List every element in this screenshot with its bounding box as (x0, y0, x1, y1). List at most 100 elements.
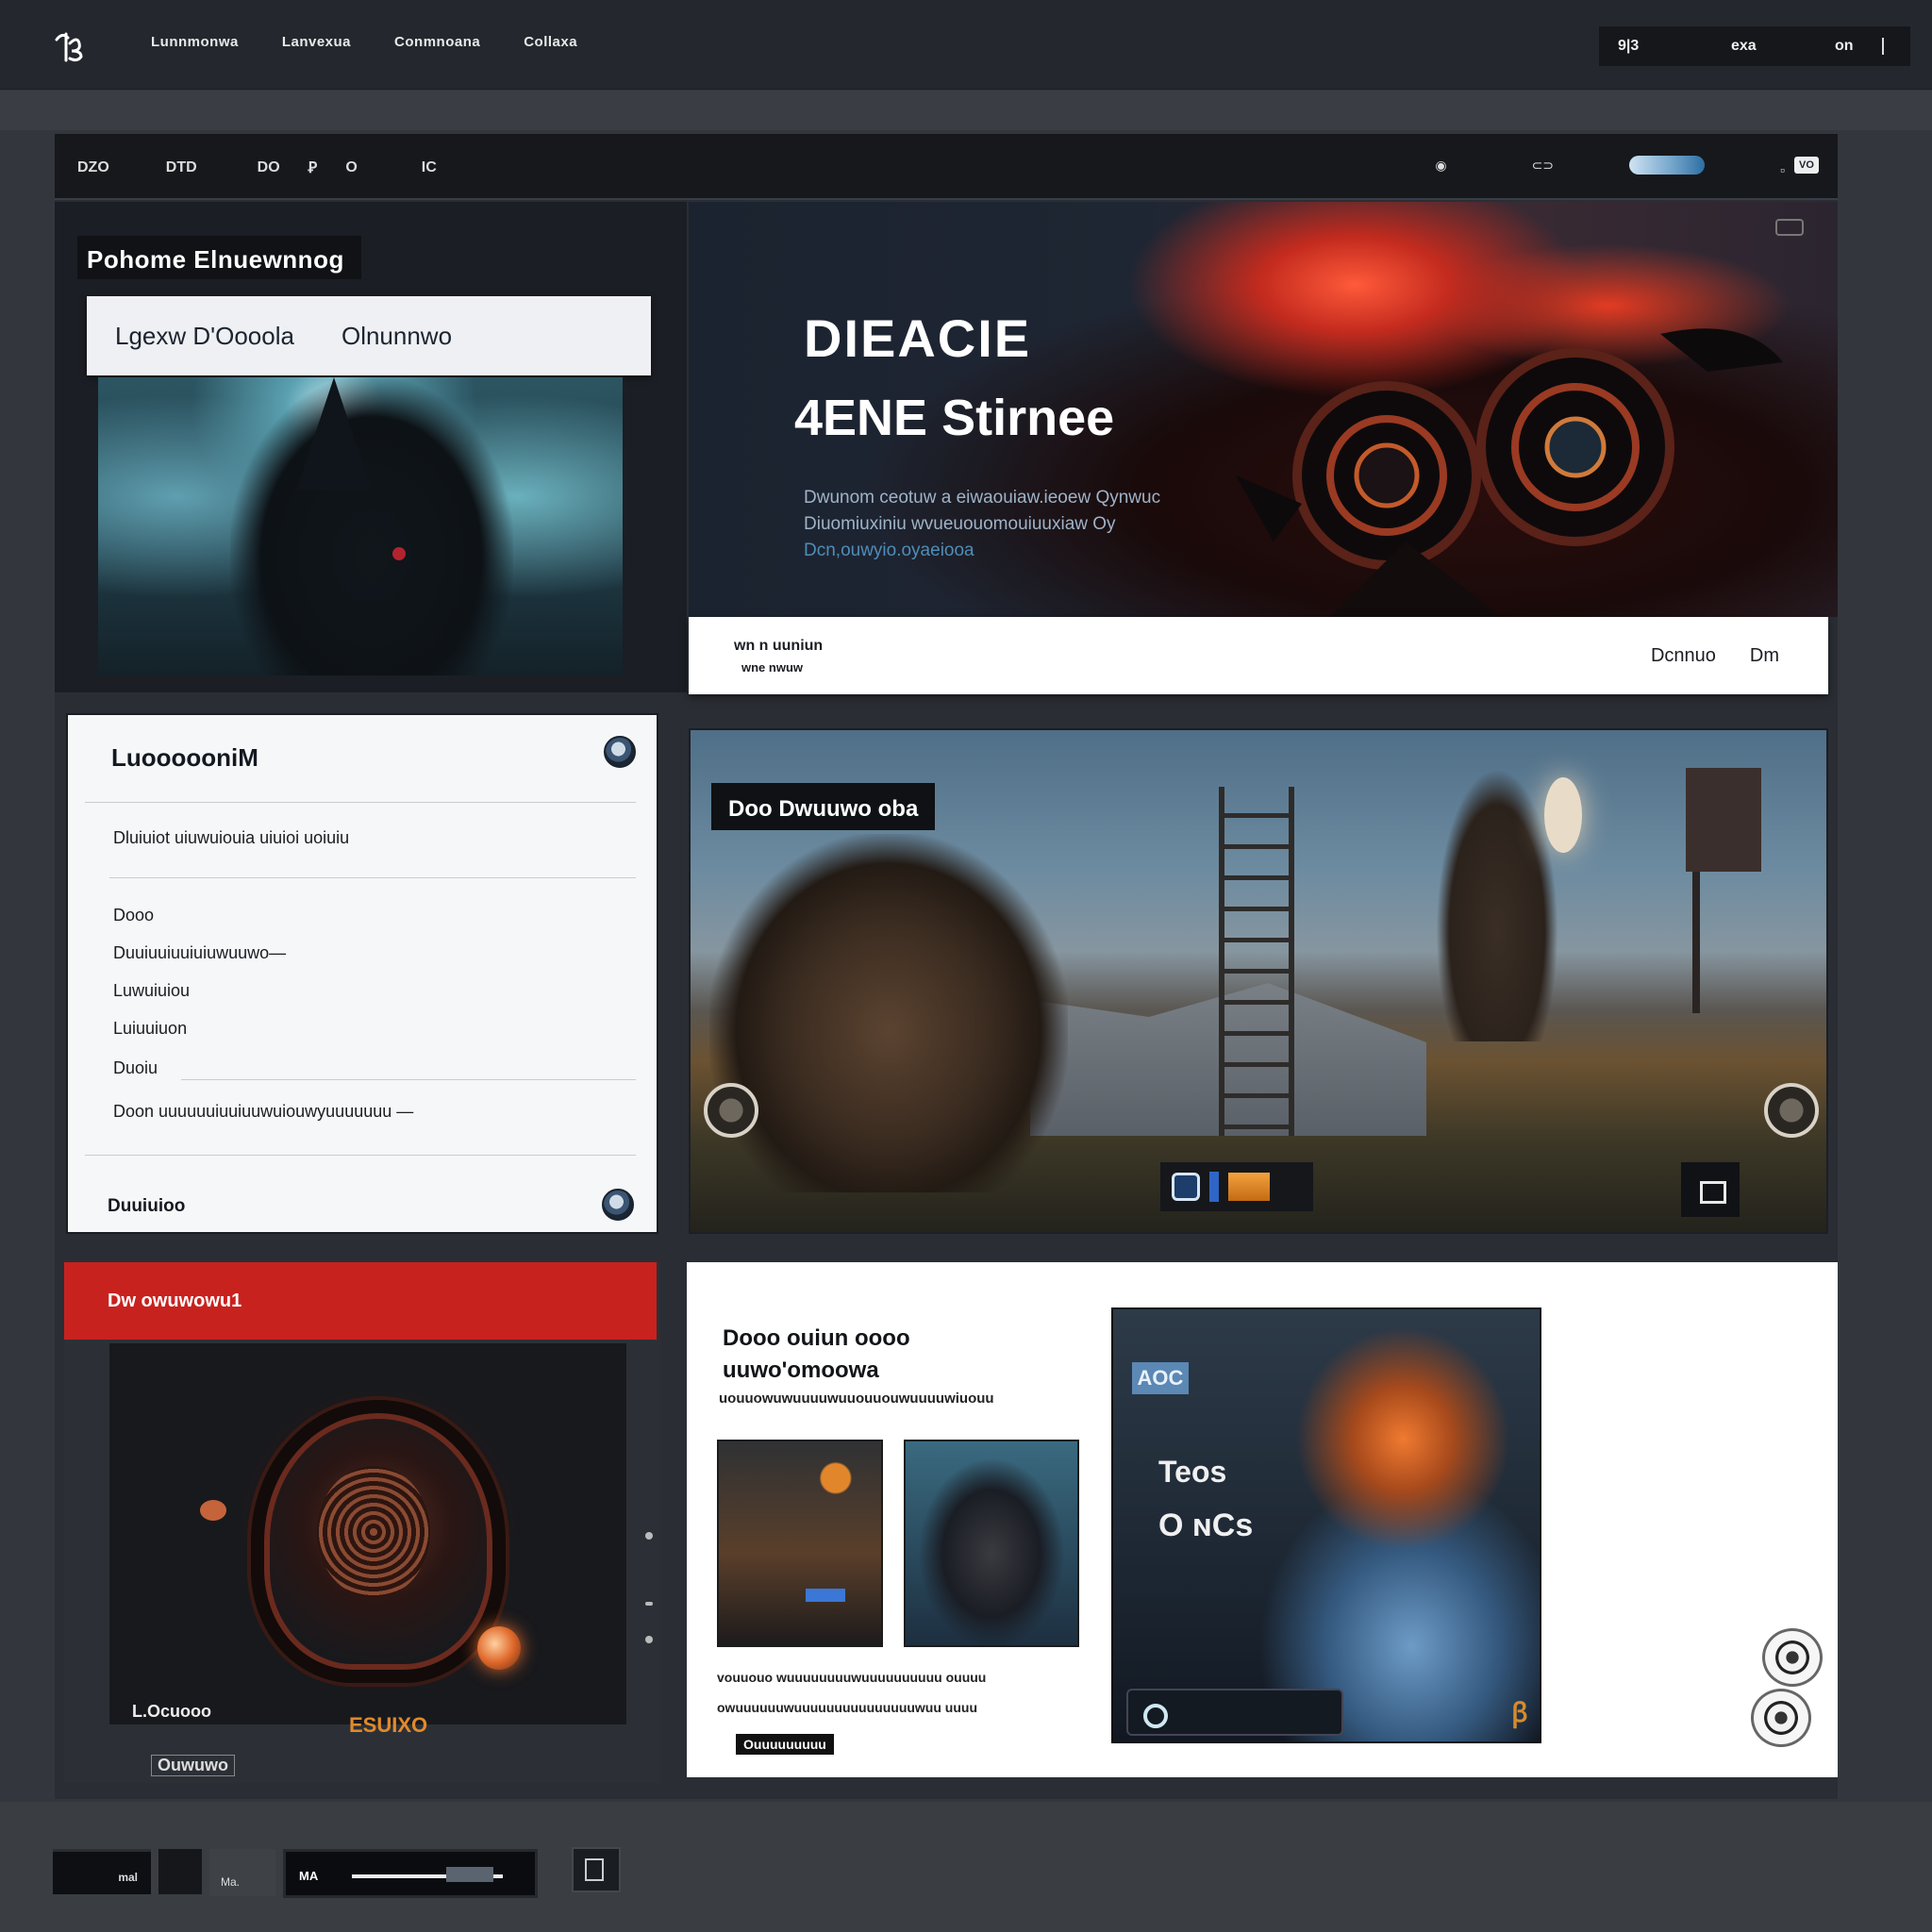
featured-card-title: Pohome Elnuewnnog (77, 236, 361, 279)
red-card-caption-2: ESUIXO (349, 1713, 428, 1737)
featured-bar-left: Lgexw D'Oooola (115, 321, 294, 350)
thumbnail-forge[interactable] (717, 1440, 883, 1647)
dock-item-1[interactable]: mal (53, 1849, 151, 1894)
toolbar-item-5[interactable]: O (345, 159, 357, 176)
window-icon[interactable] (572, 1847, 621, 1892)
small-orb (200, 1500, 226, 1521)
list-item[interactable]: Duuiuuiuuiuiuwuuwo— (113, 943, 286, 963)
nav-up-button[interactable] (1762, 1628, 1823, 1687)
scene-tower (1219, 787, 1294, 1136)
lock-icon[interactable]: ▫ (1780, 162, 1785, 177)
featured-bar-right: Olnunnwo (341, 321, 453, 350)
home-icon[interactable] (1172, 1173, 1200, 1201)
list-divider (85, 1155, 636, 1156)
list-item[interactable]: Luwuiuiou (113, 981, 190, 1001)
main-window: DZO DTD DO Ꝑ O IC ◉ ⊂⊃ ▫ VO Pohome Elnue… (55, 134, 1838, 1799)
list-item[interactable]: Duoiu (113, 1058, 158, 1078)
toolbar-item-4[interactable]: Ꝑ (308, 158, 318, 177)
dock-media-label: MA (299, 1869, 319, 1883)
sub-header-band (0, 91, 1932, 130)
red-card-caption-3[interactable]: Ouwuwo (151, 1755, 235, 1776)
expand-icon[interactable] (1775, 219, 1804, 236)
dock-item-2[interactable] (158, 1849, 202, 1894)
hero-action-1[interactable]: Dcnnuo (1651, 645, 1716, 667)
notification-badge[interactable]: VO (1794, 157, 1819, 174)
progress-pill[interactable] (1629, 156, 1706, 175)
side-dash (645, 1602, 653, 1606)
rotate-right-button[interactable] (1764, 1083, 1819, 1138)
scene-flag (1686, 768, 1761, 872)
link-icon[interactable]: ⊂⊃ (1532, 158, 1554, 174)
red-card-title: Dw owuwowu1 (64, 1262, 657, 1340)
user-stat-2[interactable]: exa (1731, 38, 1835, 55)
hero-desc-line3[interactable]: Dcn,ouwyio.oyaeiooa (804, 538, 1332, 564)
hero-description: Dwunom ceotuw a eiwaouiaw.ieoew Qynwuc D… (804, 485, 1332, 564)
red-card-caption-1: L.Ocuooo (132, 1702, 211, 1721)
user-controls: 9|3 exa on (1599, 26, 1910, 66)
eye-icon[interactable]: ◉ (1435, 158, 1446, 174)
toolbar-right: ◉ ⊂⊃ ▫ VO (1435, 153, 1819, 177)
poster-glyph: ꞵ (1511, 1698, 1528, 1727)
hero-banner: DIEACIE 4ENE Stirnee Dwunom ceotuw a eiw… (689, 202, 1838, 617)
list-item[interactable]: Dluiuiot uiuwuiouia uiuioi uoiuiu (113, 828, 349, 848)
user-stat-1[interactable]: 9|3 (1618, 38, 1731, 55)
nav-item-4[interactable]: Collaxa (524, 34, 577, 50)
hero-strip-actions: Dcnnuo Dm (1651, 645, 1779, 667)
scene-statue (1436, 768, 1558, 1041)
poster-badge: AOC (1132, 1362, 1189, 1394)
media-slider-handle[interactable] (446, 1867, 493, 1882)
user-stat-3[interactable]: on (1835, 38, 1882, 55)
bar-icon[interactable] (1209, 1172, 1219, 1202)
list-item[interactable]: Doon uuuuuuiuuiuuwuiouwyuuuuuuu — (113, 1102, 413, 1122)
red-gem (392, 547, 406, 560)
list-card-title: LuoooooniM (111, 743, 258, 772)
featured-card: Pohome Elnuewnnog Lgexw D'Oooola Olnunnw… (55, 202, 687, 692)
poster-player-bar[interactable] (1126, 1689, 1343, 1736)
toolbar-item-2[interactable]: DTD (166, 159, 197, 176)
list-card: LuoooooniM Dluiuiot uiuwuiouia uiuioi uo… (68, 715, 657, 1232)
dock-media-bar[interactable]: MA (283, 1849, 538, 1898)
feature-poster[interactable]: AOC Teos O ɴCs ꞵ (1111, 1307, 1541, 1743)
scene-cart (709, 834, 1068, 1192)
glowing-orb (477, 1626, 521, 1670)
scene-label: Doo Dwuuwo oba (711, 783, 936, 830)
screen-icon[interactable] (1681, 1162, 1740, 1217)
featured-card-bar[interactable]: Lgexw D'Oooola Olnunnwo (87, 296, 651, 375)
dock-item-3-label: Ma. (221, 1875, 241, 1889)
artifact-image[interactable] (109, 1343, 626, 1724)
hero-strip-line1: wn n uuniun (734, 638, 824, 654)
hero-action-2[interactable]: Dm (1750, 645, 1779, 667)
list-card-action-icon[interactable] (602, 1189, 634, 1221)
window-toolbar: DZO DTD DO Ꝑ O IC ◉ ⊂⊃ ▫ VO (55, 134, 1838, 200)
feature-card-title: Dooo ouiun oooo uuwo'omoowa (723, 1323, 910, 1387)
hero-strip-line2: wne nwuw (741, 660, 803, 675)
feature-card: Dooo ouiun oooo uuwo'omoowa uouuowuwuuuu… (687, 1262, 1838, 1777)
nav-item-3[interactable]: Conmnoana (394, 34, 480, 50)
app-logo-icon[interactable] (53, 26, 91, 64)
toolbar-item-3[interactable]: DO (258, 159, 280, 176)
nav-down-button[interactable] (1751, 1689, 1811, 1747)
list-item[interactable]: Luiuuiuon (113, 1019, 187, 1039)
dock-item-3[interactable]: Ma. (209, 1849, 275, 1896)
main-nav: Lunnmonwa Lanvexua Conmnoana Collaxa (151, 34, 577, 50)
toolbar-item-1[interactable]: DZO (77, 159, 109, 176)
nav-item-1[interactable]: Lunnmonwa (151, 34, 239, 50)
list-card-toggle-icon[interactable] (604, 736, 636, 768)
feature-action-button[interactable]: Ouuuuuuuuu (736, 1734, 834, 1755)
rotate-left-button[interactable] (704, 1083, 758, 1138)
hooded-figure-image[interactable] (98, 377, 623, 675)
thumbnail-hooded[interactable] (904, 1440, 1079, 1647)
fire-icon[interactable] (1228, 1173, 1270, 1201)
list-item[interactable]: Dooo (113, 906, 154, 925)
top-navigation-bar: Lunnmonwa Lanvexua Conmnoana Collaxa 9|3… (0, 0, 1932, 90)
feature-title-line1: Dooo ouiun oooo (723, 1325, 910, 1351)
red-header-card: Dw owuwowu1 L.Ocuooo ESUIXO Ouwuwo (64, 1262, 660, 1783)
hood-peak (296, 377, 372, 491)
side-dot (645, 1532, 653, 1540)
toolbar-item-6[interactable]: IC (422, 159, 437, 176)
list-card-footer[interactable]: Duuiuioo (108, 1196, 185, 1217)
hood-shape (230, 377, 513, 675)
game-scene-preview[interactable]: Doo Dwuuwo oba (689, 728, 1828, 1234)
hero-desc-line2: Diuomiuxiniu wvueuouomouiuuxiaw Oy (804, 514, 1116, 534)
nav-item-2[interactable]: Lanvexua (282, 34, 351, 50)
